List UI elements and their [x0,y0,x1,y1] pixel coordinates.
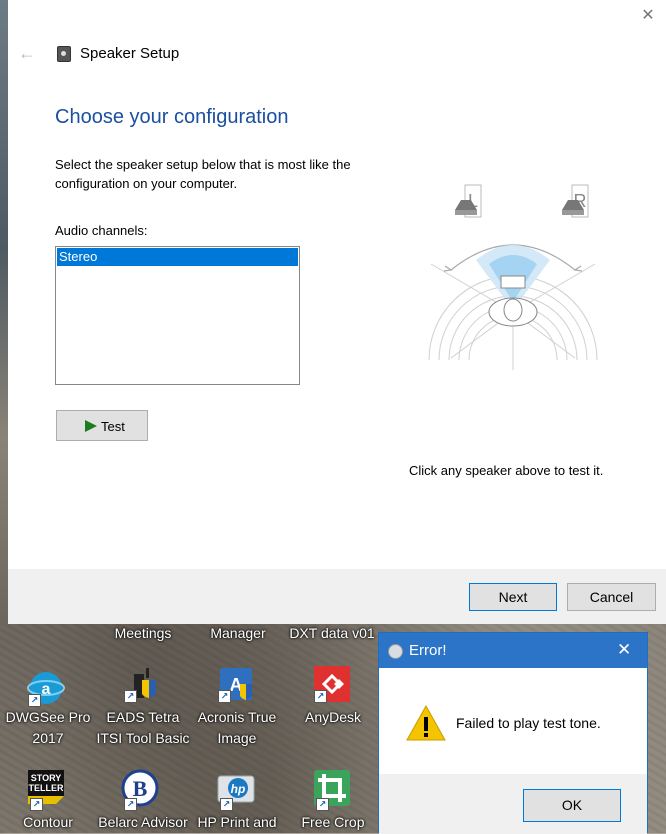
shortcut-arrow-icon: ↗ [314,690,327,703]
window-title: Speaker Setup [80,45,180,62]
shortcut-arrow-icon: ↗ [124,690,137,703]
svg-text:a: a [42,681,51,698]
svg-text:hp: hp [231,782,246,796]
error-dialog: Error! ✕ Failed to play test tone. OK [378,632,648,834]
desktop-icon-label[interactable]: Belarc Advisor [94,812,192,833]
page-heading: Choose your configuration [55,106,289,128]
right-speaker-icon[interactable]: R [562,184,589,218]
close-icon[interactable]: ✕ [617,640,631,660]
svg-text:TELLER: TELLER [29,783,64,793]
desktop-icon-label[interactable]: 2017 [0,728,96,749]
audio-channels-list[interactable]: Stereo [55,246,300,385]
shortcut-arrow-icon: ↗ [218,690,231,703]
desktop-icon-label[interactable]: ITSI Tool Basic [96,728,190,749]
desktop-icon-label[interactable]: AnyDesk [288,707,378,728]
audio-channels-label: Audio channels: [55,223,148,238]
desktop-icon-label[interactable]: Image [190,728,284,749]
desktop-label-dxt-data[interactable]: DXT data v01 [284,623,380,644]
error-dialog-titlebar: Error! ✕ [379,633,647,668]
desktop-label-meetings[interactable]: Meetings [106,623,180,644]
desktop-icon-label[interactable]: DWGSee Pro [0,707,96,728]
close-icon[interactable]: ✕ [640,8,656,24]
back-arrow-icon[interactable]: ← [18,43,36,64]
error-dialog-title: Error! [409,642,447,659]
dialog-app-icon [388,644,403,659]
shortcut-arrow-icon: ↗ [28,694,41,707]
shortcut-arrow-icon: ↗ [316,798,329,811]
shortcut-arrow-icon: ↗ [30,798,43,811]
list-item-stereo[interactable]: Stereo [57,248,298,266]
test-button-label: Test [101,419,125,434]
left-speaker-icon[interactable]: L [455,184,482,218]
ok-button[interactable]: OK [523,789,621,822]
cancel-button[interactable]: Cancel [567,583,656,611]
desktop-icon-label[interactable]: Free Crop [288,812,378,833]
play-icon [85,420,97,432]
desktop-icon-label[interactable]: EADS Tetra [96,707,190,728]
description-text: Select the speaker setup below that is m… [55,157,351,191]
error-message: Failed to play test tone. [456,715,601,731]
speaker-test-hint: Click any speaker above to test it. [409,463,604,478]
speaker-diagram: L R [428,184,598,370]
shortcut-arrow-icon: ↗ [124,798,137,811]
test-button[interactable]: Test [56,410,148,441]
speaker-setup-window: ✕ ← Speaker Setup Choose your configurat… [8,0,666,624]
shortcut-arrow-icon: ↗ [220,798,233,811]
background-window-edge [0,0,8,625]
desktop-icon-label[interactable]: HP Print and [190,812,284,833]
svg-text:STORY: STORY [31,773,62,783]
desktop-label-manager[interactable]: Manager [200,623,276,644]
warning-icon [406,704,446,741]
desktop-icon-label[interactable]: Contour [0,812,96,833]
speaker-icon [57,46,71,62]
desktop-icon-label[interactable]: Acronis True [190,707,284,728]
next-button[interactable]: Next [469,583,557,611]
